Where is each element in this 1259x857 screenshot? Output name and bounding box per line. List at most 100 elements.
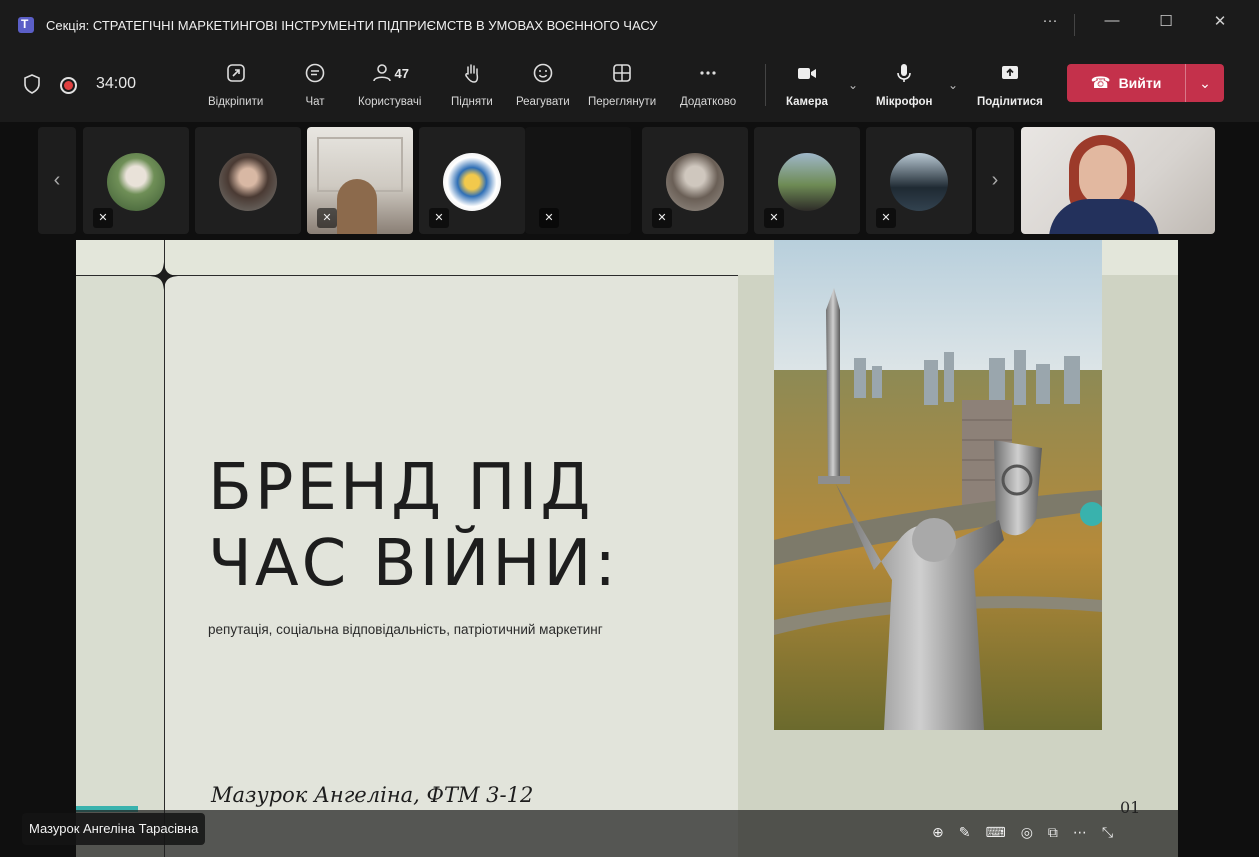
strip-next-button[interactable]: › [976,127,1014,234]
unpin-label: Відкріпити [208,96,264,108]
slide-subtitle: репутація, соціальна відповідальність, п… [208,622,603,637]
avatar [778,153,836,211]
people-icon [372,64,391,82]
strip-prev-button[interactable]: ‹ [38,127,76,234]
leave-button-group: ☎ Вийти ⌄ [1067,64,1224,102]
presenter-name-label: Мазурок Ангеліна Тарасівна [22,813,206,845]
video-person [337,179,377,234]
pop-out-icon[interactable]: ⧉ [1048,824,1058,841]
mic-off-icon: ✕ [317,208,337,228]
chat-label: Чат [305,96,325,108]
presenter-face [1079,145,1127,205]
chat-icon [304,60,326,86]
title-divider [1074,14,1075,36]
collapse-icon[interactable]: ⤡ [1102,824,1113,841]
close-button[interactable]: ✕ [1200,12,1240,30]
shared-slide: БРЕНД ПІД ЧАС ВІЙНИ: репутація, соціальн… [76,240,1178,857]
laser-pointer-icon[interactable]: ✎ [959,824,971,841]
mic-off-icon: ✕ [93,208,113,228]
camera-options-chevron-icon[interactable]: ⌄ [848,78,858,92]
camera-button[interactable]: Камера [786,60,828,116]
view-button[interactable]: Переглянути [588,60,656,116]
participant-tile[interactable] [195,127,301,234]
share-button[interactable]: Поділитися [977,60,1043,116]
phone-hangup-icon: ☎ [1090,75,1111,92]
chevron-left-icon: ‹ [53,169,61,191]
participant-video-tile[interactable]: ✕ [307,127,413,234]
react-button[interactable]: Реагувати [516,60,570,116]
avatar [890,153,948,211]
slide-title: БРЕНД ПІД ЧАС ВІЙНИ: [208,451,619,601]
avatar [666,153,724,211]
leave-button[interactable]: ☎ Вийти [1067,64,1185,102]
leave-options-chevron-icon[interactable]: ⌄ [1186,75,1224,92]
avatar [219,153,277,211]
mic-off-icon: ✕ [764,208,784,228]
presentation-controls: ⊕ ✎ ⌨ ◎ ⧉ ⋯ ⤡ [932,824,1113,841]
chevron-right-icon: › [991,169,999,191]
smile-icon [532,60,554,86]
raise-hand-label: Підняти [451,96,493,108]
mic-options-chevron-icon[interactable]: ⌄ [948,78,958,92]
sparkle-star-icon [150,262,178,290]
more-options-icon[interactable]: ··· [1030,12,1070,29]
broadcast-icon[interactable]: ◎ [1021,824,1033,841]
presenter-body [1049,199,1159,234]
raise-hand-icon [461,60,483,86]
unpin-button[interactable]: Відкріпити [208,60,263,116]
avatar [443,153,501,211]
zoom-in-icon[interactable]: ⊕ [932,824,944,841]
unpin-icon [225,60,247,86]
microphone-icon [893,60,915,86]
mic-off-icon: ✕ [652,208,672,228]
minimize-button[interactable]: — [1092,12,1132,29]
people-button[interactable]: 47 Користувачі [358,60,421,116]
participant-strip: ‹ ✕ ✕ ✕ ✕ ✕ ✕ ✕ › [0,122,1259,240]
title-bar: Секція: СТРАТЕГІЧНІ МАРКЕТИНГОВІ ІНСТРУМ… [0,0,1259,50]
leave-label: Вийти [1118,75,1162,91]
mic-off-icon: ✕ [539,208,559,228]
participant-tile[interactable]: ✕ [419,127,525,234]
avatar [107,153,165,211]
motherland-monument-photo [774,240,1102,730]
mic-off-icon: ✕ [876,208,896,228]
more-label: Додатково [680,96,737,108]
camera-icon [796,60,818,86]
grid-view-icon [611,60,633,86]
view-label: Переглянути [588,96,657,108]
content-stage: БРЕНД ПІД ЧАС ВІЙНИ: репутація, соціальн… [0,240,1259,857]
toolbar-divider [765,64,766,106]
people-icon-wrap: 47 [371,60,409,86]
people-count: 47 [394,65,409,81]
participant-tile[interactable]: ✕ [754,127,860,234]
share-label: Поділитися [977,96,1043,108]
maximize-button[interactable]: ☐ [1146,12,1186,30]
react-label: Реагувати [516,96,570,108]
raise-hand-button[interactable]: Підняти [451,60,493,116]
recording-indicator-icon [60,77,77,94]
participant-tile[interactable]: ✕ [642,127,748,234]
people-label: Користувачі [358,96,422,108]
camera-label: Камера [786,96,828,108]
more-dots-icon [697,60,719,86]
mic-off-icon: ✕ [429,208,449,228]
mic-label: Мікрофон [876,96,933,108]
participant-tile[interactable]: ✕ [83,127,189,234]
chat-button[interactable]: Чат [304,60,326,116]
keyboard-icon[interactable]: ⌨ [985,824,1005,841]
more-options-icon[interactable]: ⋯ [1073,824,1087,841]
meeting-timer: 34:00 [96,75,137,92]
presenter-video-tile[interactable] [1021,127,1215,234]
slide-author: Мазурок Ангеліна, ФТМ 3-12 [211,783,534,807]
participant-tile[interactable]: ✕ [866,127,972,234]
participant-tile[interactable]: ✕ [525,127,631,234]
teams-logo-icon [18,17,34,33]
slide-vertical-rule [164,240,165,857]
presentation-control-bar: ⊕ ✎ ⌨ ◎ ⧉ ⋯ ⤡ [76,810,1178,857]
window-title: Секція: СТРАТЕГІЧНІ МАРКЕТИНГОВІ ІНСТРУМ… [46,17,658,33]
more-button[interactable]: Додатково [680,60,736,116]
share-screen-icon [999,60,1021,86]
shield-icon[interactable] [23,74,41,94]
meeting-toolbar: 34:00 Відкріпити Чат 47 Користувачі Підн… [0,50,1259,122]
mic-button[interactable]: Мікрофон [876,60,932,116]
